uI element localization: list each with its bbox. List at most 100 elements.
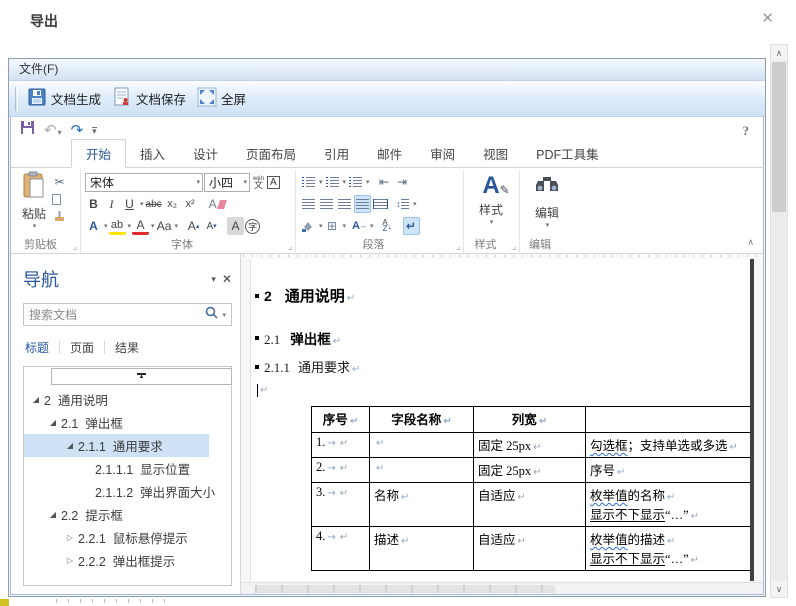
font-name-dropdown-icon[interactable]: ▾ — [192, 178, 200, 186]
tree-item[interactable]: 2.1.1.2 弹出界面大小 — [24, 480, 209, 503]
paragraph-launcher-icon[interactable]: ⌟ — [456, 242, 460, 251]
doc-save-button[interactable]: 文档保存 — [108, 85, 193, 112]
nav-tab-页面[interactable]: 页面 — [60, 339, 104, 356]
font-launcher-icon[interactable]: ⌟ — [288, 242, 292, 251]
subscript-button[interactable]: x₂ — [164, 195, 181, 213]
underline-button[interactable]: U — [121, 195, 138, 213]
styles-launcher-icon[interactable]: ⌟ — [512, 242, 516, 251]
tree-item[interactable]: ▷2.2.2 弹出框提示 — [24, 549, 209, 572]
borders-icon[interactable]: ⊞ — [324, 217, 341, 235]
fullscreen-button[interactable]: 全屏 — [193, 85, 253, 112]
ribbon-tab-视图[interactable]: 视图 — [469, 140, 522, 167]
shading-bucket-icon[interactable] — [300, 217, 317, 235]
underline-dropdown-icon[interactable]: ▾ — [140, 200, 144, 208]
bold-button[interactable]: B — [85, 195, 102, 213]
grow-font-button[interactable]: A▴ — [185, 217, 202, 235]
strikethrough-button[interactable]: abc — [145, 195, 163, 213]
scrollbar-thumb[interactable] — [772, 62, 786, 212]
decrease-indent-icon[interactable]: ⇤ — [376, 173, 393, 191]
justify-icon[interactable] — [354, 195, 371, 213]
file-menu[interactable]: 文件(F) — [9, 59, 765, 81]
expanded-arrow-icon[interactable]: ◢ — [45, 510, 61, 519]
expanded-arrow-icon[interactable]: ◢ — [62, 441, 78, 450]
font-size-combo[interactable]: 小四 ▾ — [204, 173, 250, 192]
styles-dropdown-icon[interactable]: ▾ — [490, 218, 494, 226]
distribute-icon[interactable] — [372, 195, 389, 213]
ribbon-tab-页面布局[interactable]: 页面布局 — [232, 140, 310, 167]
collapse-ribbon-icon[interactable]: ∧ — [747, 237, 754, 248]
ribbon-tab-PDF工具集[interactable]: PDF工具集 — [522, 140, 613, 167]
search-dropdown-icon[interactable]: ▾ — [222, 311, 226, 319]
change-case-button[interactable]: Aa — [156, 217, 173, 235]
editing-dropdown-icon[interactable]: ▾ — [546, 221, 550, 229]
dialog-close-icon[interactable]: ✕ — [761, 9, 774, 27]
highlight-color-button[interactable]: ab — [109, 217, 126, 235]
tree-item[interactable]: ◢2.2 提示框 — [24, 503, 209, 526]
superscript-button[interactable]: x² — [182, 195, 199, 213]
customize-qat-icon[interactable]: ▾ — [92, 127, 97, 135]
doc-generate-button[interactable]: 文档生成 — [23, 85, 108, 112]
sort-icon[interactable]: AZ ↓ — [379, 217, 396, 235]
tree-item[interactable]: 2.1.1.1 显示位置 — [24, 457, 209, 480]
font-size-dropdown-icon[interactable]: ▾ — [239, 178, 247, 186]
editing-button[interactable]: 编辑 ▾ — [524, 171, 570, 229]
tree-item[interactable]: ◢2.1.1 通用要求 — [24, 434, 209, 457]
ribbon-tab-审阅[interactable]: 审阅 — [416, 140, 469, 167]
qat-save-icon[interactable] — [20, 120, 35, 140]
numbered-list-icon[interactable] — [324, 173, 341, 191]
tree-item[interactable]: ◢2.1 弹出框 — [24, 411, 209, 434]
font-color-button[interactable]: A — [132, 217, 149, 235]
scroll-down-icon[interactable]: ∨ — [771, 581, 787, 597]
redo-icon[interactable]: ↷ — [71, 121, 84, 139]
hscroll-thumb[interactable] — [255, 585, 555, 593]
cut-icon[interactable]: ✂ — [51, 173, 68, 191]
paste-button[interactable]: 粘贴 ▾ — [17, 171, 51, 230]
enclose-characters-button[interactable]: 字 — [245, 219, 260, 234]
copy-icon[interactable] — [52, 194, 61, 205]
ribbon-tab-设计[interactable]: 设计 — [179, 140, 232, 167]
nav-options-dropdown-icon[interactable]: ▾ — [205, 274, 222, 285]
nav-tab-结果[interactable]: 结果 — [105, 339, 149, 356]
expanded-arrow-icon[interactable]: ◢ — [45, 418, 61, 427]
bullet-list-icon[interactable] — [300, 173, 317, 191]
ribbon-tab-引用[interactable]: 引用 — [310, 140, 363, 167]
tree-item[interactable]: ▷2.2.1 鼠标悬停提示 — [24, 526, 209, 549]
shrink-font-button[interactable]: A▾ — [203, 217, 220, 235]
collapsed-arrow-icon[interactable]: ▷ — [62, 556, 78, 565]
ribbon-tab-插入[interactable]: 插入 — [126, 140, 179, 167]
ribbon-tab-开始[interactable]: 开始 — [71, 139, 126, 168]
ribbon-tab-邮件[interactable]: 邮件 — [363, 140, 416, 167]
outer-vertical-scrollbar[interactable]: ∧ ∨ — [770, 44, 788, 598]
paste-dropdown-icon[interactable]: ▾ — [33, 222, 37, 230]
character-shading-button[interactable]: A — [227, 217, 244, 235]
format-painter-icon[interactable] — [51, 207, 68, 225]
nav-close-icon[interactable]: ✕ — [222, 272, 232, 286]
align-center-icon[interactable] — [318, 195, 335, 213]
line-spacing-icon[interactable]: ↕ — [394, 195, 411, 213]
help-icon[interactable]: ? — [743, 123, 750, 139]
expanded-arrow-icon[interactable]: ◢ — [28, 395, 44, 404]
clipboard-launcher-icon[interactable]: ⌟ — [73, 242, 77, 251]
italic-button[interactable]: I — [103, 195, 120, 213]
phonetic-guide-icon[interactable]: wén 文 — [251, 176, 266, 188]
search-icon[interactable] — [205, 306, 218, 324]
character-border-icon[interactable]: A — [267, 176, 280, 189]
nav-tab-标题[interactable]: 标题 — [23, 339, 59, 356]
align-right-icon[interactable] — [336, 195, 353, 213]
collapsed-arrow-icon[interactable]: ▷ — [62, 533, 78, 542]
clear-format-icon[interactable]: A — [208, 195, 228, 213]
scroll-up-icon[interactable]: ∧ — [771, 45, 787, 61]
font-name-combo[interactable]: 宋体 ▾ — [85, 173, 203, 192]
increase-indent-icon[interactable]: ⇥ — [394, 173, 411, 191]
styles-button[interactable]: A ✎ 样式 ▾ — [468, 171, 514, 226]
undo-icon[interactable]: ↶▾ — [44, 121, 62, 140]
tree-item[interactable]: ◢2 通用说明 — [24, 388, 209, 411]
text-effects-button[interactable]: A — [85, 217, 102, 235]
search-box[interactable]: 搜索文档 ▾ — [23, 303, 232, 326]
document-hscrollbar[interactable] — [241, 582, 763, 594]
scroll-to-top-button[interactable]: ▲ — [51, 368, 232, 385]
show-hide-marks-icon[interactable]: ↵ — [403, 217, 420, 235]
doc-table[interactable]: 序号↵字段名称↵列宽↵说明↵1.→↵↵固定 25px↵勾选框；支持单选或多选↵2… — [311, 406, 754, 571]
asian-layout-icon[interactable]: A↔ — [351, 217, 368, 235]
align-left-icon[interactable] — [300, 195, 317, 213]
